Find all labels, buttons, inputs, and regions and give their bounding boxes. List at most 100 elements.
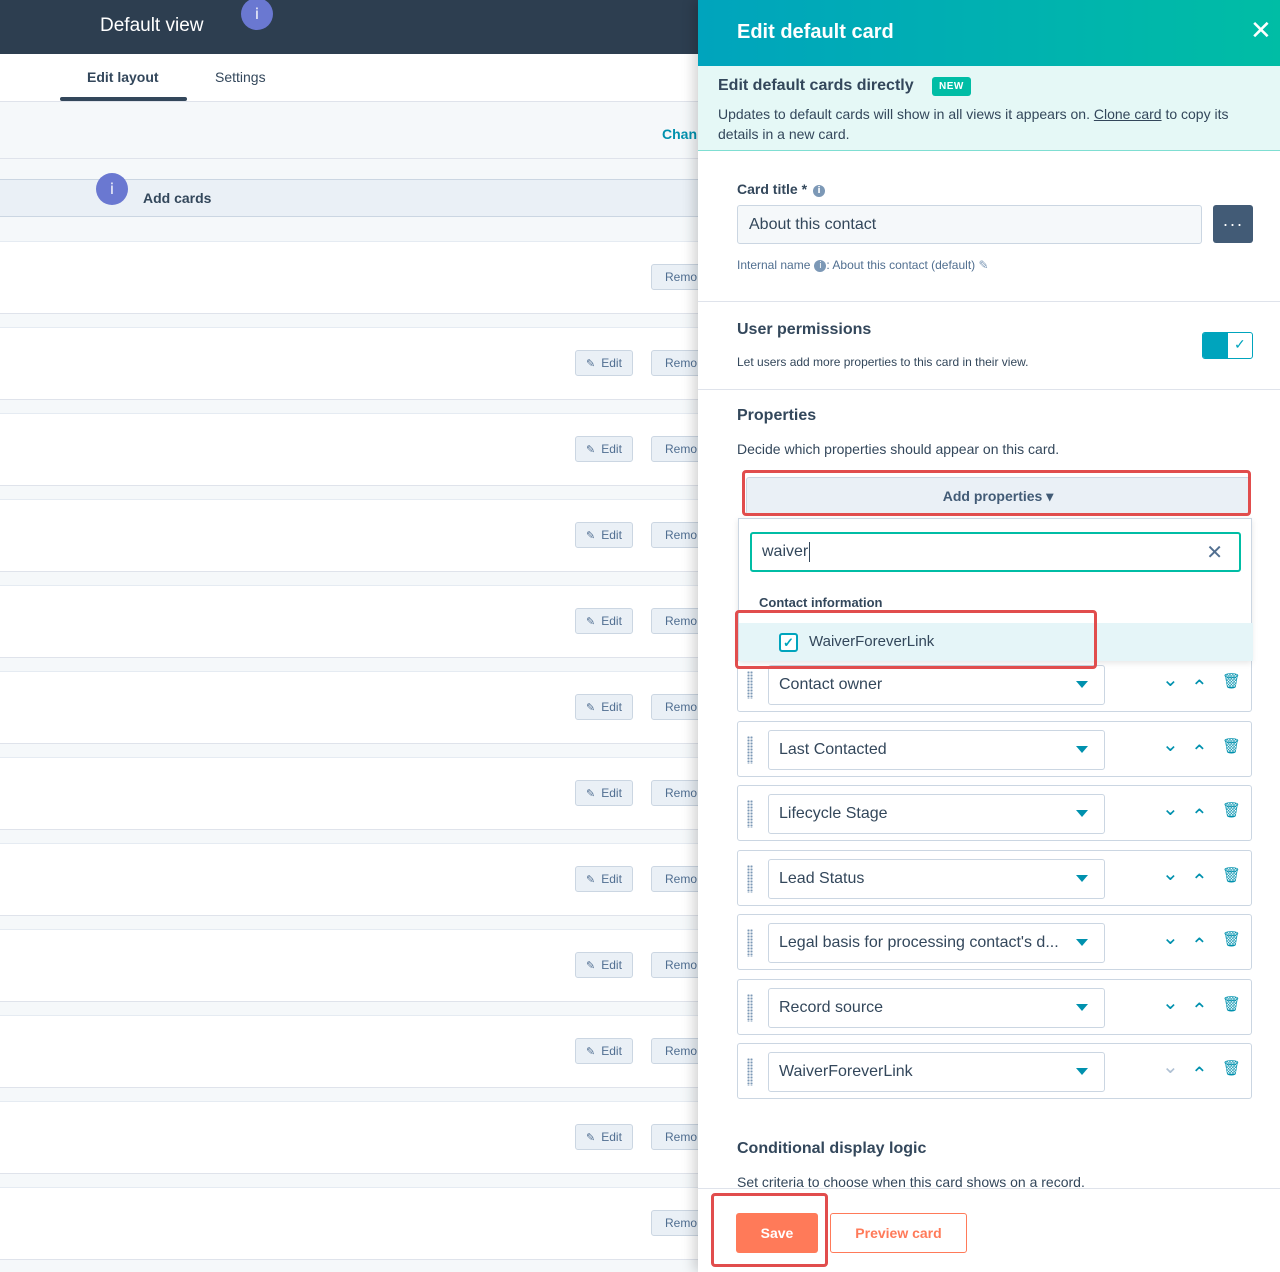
trash-icon[interactable]: 🗑	[1222, 737, 1241, 755]
edit-label: Edit	[601, 1044, 622, 1058]
remove-label: Remo	[665, 1044, 698, 1058]
remove-label: Remo	[665, 1130, 698, 1144]
remove-card-button[interactable]: Remo	[651, 1210, 698, 1236]
remove-label: Remo	[665, 1216, 698, 1230]
edit-card-button[interactable]: ✎ Edit	[575, 608, 633, 634]
drag-handle-icon[interactable]	[747, 1058, 753, 1086]
remove-card-button[interactable]: Remo	[651, 522, 698, 548]
move-up-icon[interactable]: ⌃	[1191, 998, 1208, 1022]
property-select[interactable]: WaiverForeverLink	[768, 1052, 1105, 1092]
info-icon[interactable]: i	[241, 0, 273, 30]
caret-down-icon	[1076, 1003, 1088, 1011]
permissions-toggle[interactable]: ✓	[1202, 332, 1253, 359]
pencil-icon: ✎	[586, 1130, 596, 1144]
remove-card-button[interactable]: Remo	[651, 350, 698, 376]
property-row: Lead Status ⌄ ⌃ 🗑	[737, 849, 1252, 906]
remove-card-button[interactable]: Remo	[651, 1124, 698, 1150]
drag-handle-icon[interactable]	[747, 735, 753, 764]
change-link[interactable]: Chan	[662, 126, 697, 142]
clone-card-link[interactable]: Clone card	[1094, 106, 1162, 122]
drag-handle-icon[interactable]	[747, 993, 753, 1022]
property-search-input[interactable]: waiver ✕	[750, 532, 1241, 572]
banner-title: Edit default cards directly	[718, 77, 914, 94]
edit-card-button[interactable]: ✎ Edit	[575, 1124, 633, 1150]
annotation-box	[711, 1193, 828, 1267]
trash-icon[interactable]: 🗑	[1222, 801, 1241, 819]
move-up-icon[interactable]: ⌃	[1191, 869, 1208, 893]
edit-card-button[interactable]: ✎ Edit	[575, 780, 633, 806]
trash-icon[interactable]: 🗑	[1222, 1059, 1241, 1077]
pencil-icon[interactable]: ✎	[979, 258, 989, 272]
move-down-icon[interactable]: ⌄	[1162, 732, 1179, 756]
trash-icon[interactable]: 🗑	[1222, 930, 1241, 948]
card-row: ✎ Edit Remo	[0, 757, 698, 829]
move-up-icon[interactable]: ⌃	[1191, 804, 1208, 828]
card-title-input[interactable]: About this contact	[737, 205, 1202, 244]
pencil-icon: ✎	[586, 356, 596, 370]
tab-edit-layout[interactable]: Edit layout	[87, 69, 159, 85]
drag-handle-icon[interactable]	[747, 800, 753, 828]
move-down-icon[interactable]: ⌄	[1162, 667, 1179, 691]
move-down-icon[interactable]: ⌄	[1162, 990, 1179, 1014]
caret-down-icon	[1076, 745, 1088, 753]
property-select[interactable]: Contact owner	[768, 665, 1105, 705]
remove-card-button[interactable]: Remo	[651, 952, 698, 978]
section-divider	[698, 301, 1280, 302]
move-up-icon[interactable]: ⌃	[1191, 675, 1208, 699]
properties-description: Decide which properties should appear on…	[737, 441, 1060, 457]
trash-icon[interactable]: 🗑	[1222, 995, 1241, 1013]
check-icon: ✓	[1234, 336, 1246, 352]
edit-card-button[interactable]: ✎ Edit	[575, 350, 633, 376]
annotation-box	[742, 470, 1251, 516]
edit-card-button[interactable]: ✎ Edit	[575, 694, 633, 720]
move-up-icon[interactable]: ⌃	[1191, 740, 1208, 764]
remove-card-button[interactable]: Remo	[651, 866, 698, 892]
property-select[interactable]: Lifecycle Stage	[768, 794, 1105, 834]
card-row: ✎ Edit Remo	[0, 499, 698, 571]
close-icon[interactable]: ✕	[1250, 16, 1272, 44]
more-options-button[interactable]: ···	[1213, 205, 1253, 243]
remove-card-button[interactable]: Remo	[651, 436, 698, 462]
move-up-icon[interactable]: ⌃	[1191, 933, 1208, 957]
move-down-icon[interactable]: ⌄	[1162, 796, 1179, 820]
edit-card-button[interactable]: ✎ Edit	[575, 1038, 633, 1064]
edit-card-button[interactable]: ✎ Edit	[575, 522, 633, 548]
remove-card-button[interactable]: Remo	[651, 264, 698, 290]
tab-settings[interactable]: Settings	[215, 69, 266, 85]
move-down-icon[interactable]: ⌄	[1162, 861, 1179, 885]
help-icon[interactable]: i	[814, 260, 827, 272]
info-icon[interactable]: i	[96, 173, 128, 205]
pencil-icon: ✎	[586, 1044, 596, 1058]
property-label: Contact owner	[779, 676, 883, 693]
card-title-label: Card title * i	[737, 181, 826, 197]
property-label: Legal basis for processing contact's d..…	[779, 934, 1059, 951]
card-row: ✎ Edit Remo	[0, 929, 698, 1001]
remove-card-button[interactable]: Remo	[651, 1038, 698, 1064]
remove-card-button[interactable]: Remo	[651, 780, 698, 806]
property-select[interactable]: Lead Status	[768, 858, 1105, 899]
drag-handle-icon[interactable]	[747, 671, 753, 699]
remove-card-button[interactable]: Remo	[651, 694, 698, 720]
drag-handle-icon[interactable]	[747, 929, 753, 957]
property-select[interactable]: Legal basis for processing contact's d..…	[768, 923, 1105, 963]
drag-handle-icon[interactable]	[747, 864, 753, 893]
panel-title: Edit default card	[737, 21, 894, 43]
edit-card-button[interactable]: ✎ Edit	[575, 866, 633, 892]
trash-icon[interactable]: 🗑	[1222, 672, 1241, 690]
edit-label: Edit	[601, 872, 622, 886]
property-select[interactable]: Record source	[768, 987, 1105, 1028]
move-down-icon[interactable]: ⌄	[1162, 925, 1179, 949]
edit-card-button[interactable]: ✎ Edit	[575, 952, 633, 978]
move-down-icon[interactable]: ⌄	[1162, 1054, 1179, 1078]
remove-card-button[interactable]: Remo	[651, 608, 698, 634]
trash-icon[interactable]: 🗑	[1222, 866, 1241, 884]
preview-card-button[interactable]: Preview card	[830, 1213, 967, 1253]
edit-card-button[interactable]: ✎ Edit	[575, 436, 633, 462]
clear-search-icon[interactable]: ✕	[1206, 540, 1223, 565]
help-icon[interactable]: i	[813, 185, 826, 197]
remove-label: Remo	[665, 356, 698, 370]
property-select[interactable]: Last Contacted	[768, 729, 1105, 770]
card-row: ✎ Edit Remo	[0, 585, 698, 657]
property-row: Record source ⌄ ⌃ 🗑	[737, 978, 1252, 1035]
move-up-icon[interactable]: ⌃	[1191, 1062, 1208, 1086]
